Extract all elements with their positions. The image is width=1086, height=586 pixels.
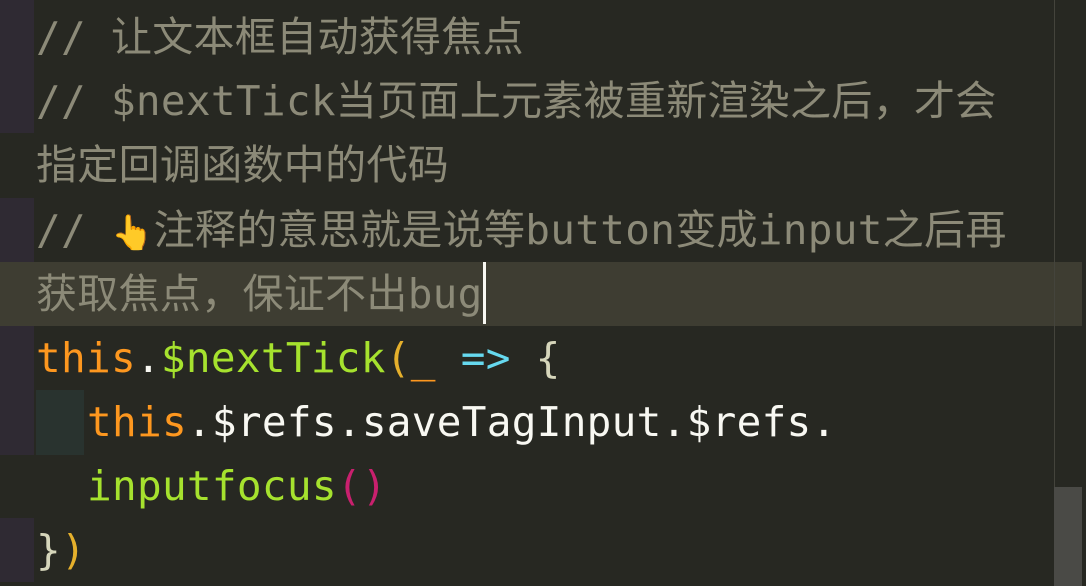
gutter-marker — [0, 0, 34, 133]
dot: . — [135, 334, 161, 382]
code-line-7[interactable]: this.$refs.saveTagInput.$refs. — [87, 390, 837, 454]
code-line-3[interactable]: 指定回调函数中的代码 — [36, 133, 449, 197]
brace: { — [510, 334, 561, 382]
paren: ( — [385, 334, 411, 382]
comment: 指定回调函数中的代码 — [36, 141, 449, 189]
call-parens: () — [336, 462, 387, 510]
comment: 注释的意思就是说等button变成input之后再 — [153, 206, 1007, 254]
comment-prefix: // — [36, 206, 111, 254]
pointing-up-icon: 👆 — [110, 213, 154, 253]
arrow-operator: => — [460, 334, 511, 382]
function-name: inputfocus — [87, 462, 337, 510]
code-line-8[interactable]: inputfocus() — [87, 454, 387, 518]
comment: // 让文本框自动获得焦点 — [36, 13, 524, 61]
brace: } — [36, 526, 61, 574]
scrollbar-thumb[interactable] — [1054, 487, 1082, 586]
code-line-1[interactable]: // 让文本框自动获得焦点 — [36, 5, 524, 69]
code-line-2[interactable]: // $nextTick当页面上元素被重新渲染之后，才会 — [36, 69, 997, 133]
code-line-4[interactable]: // 👆注释的意思就是说等button变成input之后再 — [36, 198, 1007, 262]
text-cursor — [482, 262, 486, 324]
comment: // $nextTick当页面上元素被重新渲染之后，才会 — [36, 77, 997, 125]
code-line-5-current[interactable]: 获取焦点，保证不出bug — [0, 262, 1082, 326]
keyword-this: this — [87, 398, 187, 446]
param: _ — [410, 334, 436, 382]
code-line-9[interactable]: }) — [36, 518, 86, 582]
indent-guide — [36, 390, 84, 455]
function-name: $nextTick — [160, 334, 386, 382]
gutter-marker — [0, 326, 34, 455]
gutter-marker — [0, 518, 34, 582]
comment: 获取焦点，保证不出bug — [36, 270, 483, 318]
code-line-6[interactable]: this.$nextTick(_ => { — [36, 326, 561, 390]
keyword-this: this — [36, 334, 136, 382]
paren: ) — [60, 526, 86, 574]
member-chain: .$refs.saveTagInput.$refs. — [186, 398, 837, 446]
gutter-marker — [0, 198, 34, 262]
